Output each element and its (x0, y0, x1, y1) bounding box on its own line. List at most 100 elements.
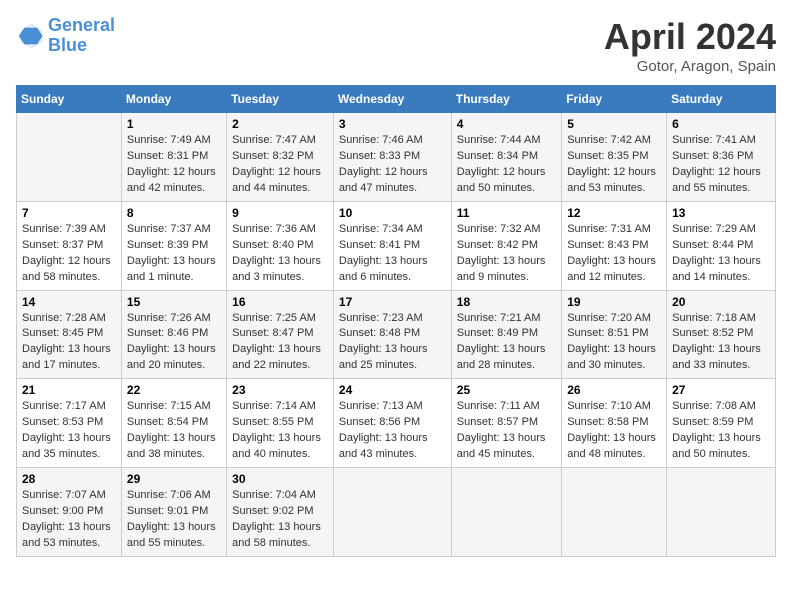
cell-info: Sunrise: 7:26 AMSunset: 8:46 PMDaylight:… (127, 312, 216, 372)
calendar-cell (562, 468, 667, 557)
calendar-cell: 2 Sunrise: 7:47 AMSunset: 8:32 PMDaylight… (227, 113, 334, 202)
calendar-cell: 16 Sunrise: 7:25 AMSunset: 8:47 PMDayligh… (227, 290, 334, 379)
logo-text: General Blue (48, 16, 115, 56)
day-number: 6 (672, 117, 770, 131)
subtitle: Gotor, Aragon, Spain (604, 58, 776, 75)
day-number: 2 (232, 117, 328, 131)
day-number: 12 (567, 206, 661, 220)
cell-info: Sunrise: 7:41 AMSunset: 8:36 PMDaylight:… (672, 134, 761, 194)
calendar-cell: 27 Sunrise: 7:08 AMSunset: 8:59 PMDayligh… (667, 379, 776, 468)
logo-line2: Blue (48, 35, 87, 55)
week-row-4: 21 Sunrise: 7:17 AMSunset: 8:53 PMDayligh… (17, 379, 776, 468)
cell-info: Sunrise: 7:17 AMSunset: 8:53 PMDaylight:… (22, 400, 111, 460)
cell-info: Sunrise: 7:25 AMSunset: 8:47 PMDaylight:… (232, 312, 321, 372)
calendar-cell: 17 Sunrise: 7:23 AMSunset: 8:48 PMDayligh… (333, 290, 451, 379)
calendar-cell: 18Sunrise: 7:21 AMSunset: 8:49 PMDayligh… (451, 290, 561, 379)
day-number: 5 (567, 117, 661, 131)
day-number: 28 (22, 472, 116, 486)
day-number: 14 (22, 295, 116, 309)
day-number: 22 (127, 383, 221, 397)
calendar-cell: 19 Sunrise: 7:20 AMSunset: 8:51 PMDayligh… (562, 290, 667, 379)
main-title: April 2024 (604, 16, 776, 58)
cell-info: Sunrise: 7:44 AMSunset: 8:34 PMDaylight:… (457, 134, 546, 194)
calendar-cell: 29 Sunrise: 7:06 AMSunset: 9:01 PMDayligh… (121, 468, 226, 557)
cell-info: Sunrise: 7:15 AMSunset: 8:54 PMDaylight:… (127, 400, 216, 460)
calendar-cell: 11 Sunrise: 7:32 AMSunset: 8:42 PMDayligh… (451, 201, 561, 290)
cell-info: Sunrise: 7:31 AMSunset: 8:43 PMDaylight:… (567, 223, 656, 283)
day-number: 25 (457, 383, 556, 397)
cell-info: Sunrise: 7:28 AMSunset: 8:45 PMDaylight:… (22, 312, 111, 372)
calendar-cell: 25 Sunrise: 7:11 AMSunset: 8:57 PMDayligh… (451, 379, 561, 468)
calendar-cell: 24 Sunrise: 7:13 AMSunset: 8:56 PMDayligh… (333, 379, 451, 468)
cell-info: Sunrise: 7:08 AMSunset: 8:59 PMDaylight:… (672, 400, 761, 460)
cell-info: Sunrise: 7:46 AMSunset: 8:33 PMDaylight:… (339, 134, 428, 194)
calendar-cell: 4 Sunrise: 7:44 AMSunset: 8:34 PMDaylight… (451, 113, 561, 202)
cell-info: Sunrise: 7:49 AMSunset: 8:31 PMDaylight:… (127, 134, 216, 194)
cell-info: Sunrise: 7:23 AMSunset: 8:48 PMDaylight:… (339, 312, 428, 372)
day-number: 13 (672, 206, 770, 220)
header-wednesday: Wednesday (333, 86, 451, 113)
cell-info: Sunrise: 7:06 AMSunset: 9:01 PMDaylight:… (127, 489, 216, 549)
cell-info: Sunrise: 7:36 AMSunset: 8:40 PMDaylight:… (232, 223, 321, 283)
week-row-2: 7Sunrise: 7:39 AMSunset: 8:37 PMDaylight… (17, 201, 776, 290)
day-number: 7 (22, 206, 116, 220)
header-friday: Friday (562, 86, 667, 113)
calendar-cell (17, 113, 122, 202)
week-row-3: 14 Sunrise: 7:28 AMSunset: 8:45 PMDayligh… (17, 290, 776, 379)
day-number: 23 (232, 383, 328, 397)
day-number: 17 (339, 295, 446, 309)
calendar-cell: 6 Sunrise: 7:41 AMSunset: 8:36 PMDaylight… (667, 113, 776, 202)
calendar-table: SundayMondayTuesdayWednesdayThursdayFrid… (16, 85, 776, 557)
calendar-cell: 1 Sunrise: 7:49 AMSunset: 8:31 PMDaylight… (121, 113, 226, 202)
calendar-cell: 10 Sunrise: 7:34 AMSunset: 8:41 PMDayligh… (333, 201, 451, 290)
day-number: 16 (232, 295, 328, 309)
calendar-cell: 13 Sunrise: 7:29 AMSunset: 8:44 PMDayligh… (667, 201, 776, 290)
calendar-cell: 7Sunrise: 7:39 AMSunset: 8:37 PMDaylight… (17, 201, 122, 290)
header-sunday: Sunday (17, 86, 122, 113)
day-number: 1 (127, 117, 221, 131)
header-tuesday: Tuesday (227, 86, 334, 113)
cell-info: Sunrise: 7:04 AMSunset: 9:02 PMDaylight:… (232, 489, 321, 549)
calendar-cell: 15Sunrise: 7:26 AMSunset: 8:46 PMDayligh… (121, 290, 226, 379)
day-number: 29 (127, 472, 221, 486)
logo: General Blue (16, 16, 115, 56)
day-number: 24 (339, 383, 446, 397)
cell-info: Sunrise: 7:20 AMSunset: 8:51 PMDaylight:… (567, 312, 656, 372)
calendar-cell (451, 468, 561, 557)
title-block: April 2024 Gotor, Aragon, Spain (604, 16, 776, 75)
cell-info: Sunrise: 7:47 AMSunset: 8:32 PMDaylight:… (232, 134, 321, 194)
header-thursday: Thursday (451, 86, 561, 113)
cell-info: Sunrise: 7:13 AMSunset: 8:56 PMDaylight:… (339, 400, 428, 460)
cell-info: Sunrise: 7:29 AMSunset: 8:44 PMDaylight:… (672, 223, 761, 283)
day-number: 10 (339, 206, 446, 220)
cell-info: Sunrise: 7:14 AMSunset: 8:55 PMDaylight:… (232, 400, 321, 460)
week-row-5: 28Sunrise: 7:07 AMSunset: 9:00 PMDayligh… (17, 468, 776, 557)
cell-info: Sunrise: 7:11 AMSunset: 8:57 PMDaylight:… (457, 400, 546, 460)
calendar-cell (667, 468, 776, 557)
cell-info: Sunrise: 7:34 AMSunset: 8:41 PMDaylight:… (339, 223, 428, 283)
header-saturday: Saturday (667, 86, 776, 113)
calendar-cell: 9 Sunrise: 7:36 AMSunset: 8:40 PMDaylight… (227, 201, 334, 290)
day-number: 27 (672, 383, 770, 397)
day-number: 11 (457, 206, 556, 220)
header-row: SundayMondayTuesdayWednesdayThursdayFrid… (17, 86, 776, 113)
day-number: 4 (457, 117, 556, 131)
calendar-cell: 3 Sunrise: 7:46 AMSunset: 8:33 PMDaylight… (333, 113, 451, 202)
header-monday: Monday (121, 86, 226, 113)
day-number: 3 (339, 117, 446, 131)
calendar-cell: 14 Sunrise: 7:28 AMSunset: 8:45 PMDayligh… (17, 290, 122, 379)
cell-info: Sunrise: 7:42 AMSunset: 8:35 PMDaylight:… (567, 134, 656, 194)
day-number: 20 (672, 295, 770, 309)
cell-info: Sunrise: 7:18 AMSunset: 8:52 PMDaylight:… (672, 312, 761, 372)
day-number: 21 (22, 383, 116, 397)
cell-info: Sunrise: 7:32 AMSunset: 8:42 PMDaylight:… (457, 223, 546, 283)
page-header: General Blue April 2024 Gotor, Aragon, S… (16, 16, 776, 75)
day-number: 8 (127, 206, 221, 220)
calendar-cell: 28Sunrise: 7:07 AMSunset: 9:00 PMDayligh… (17, 468, 122, 557)
cell-info: Sunrise: 7:21 AMSunset: 8:49 PMDaylight:… (457, 312, 546, 372)
day-number: 19 (567, 295, 661, 309)
day-number: 30 (232, 472, 328, 486)
cell-info: Sunrise: 7:37 AMSunset: 8:39 PMDaylight:… (127, 223, 216, 283)
day-number: 9 (232, 206, 328, 220)
calendar-cell: 8 Sunrise: 7:37 AMSunset: 8:39 PMDaylight… (121, 201, 226, 290)
